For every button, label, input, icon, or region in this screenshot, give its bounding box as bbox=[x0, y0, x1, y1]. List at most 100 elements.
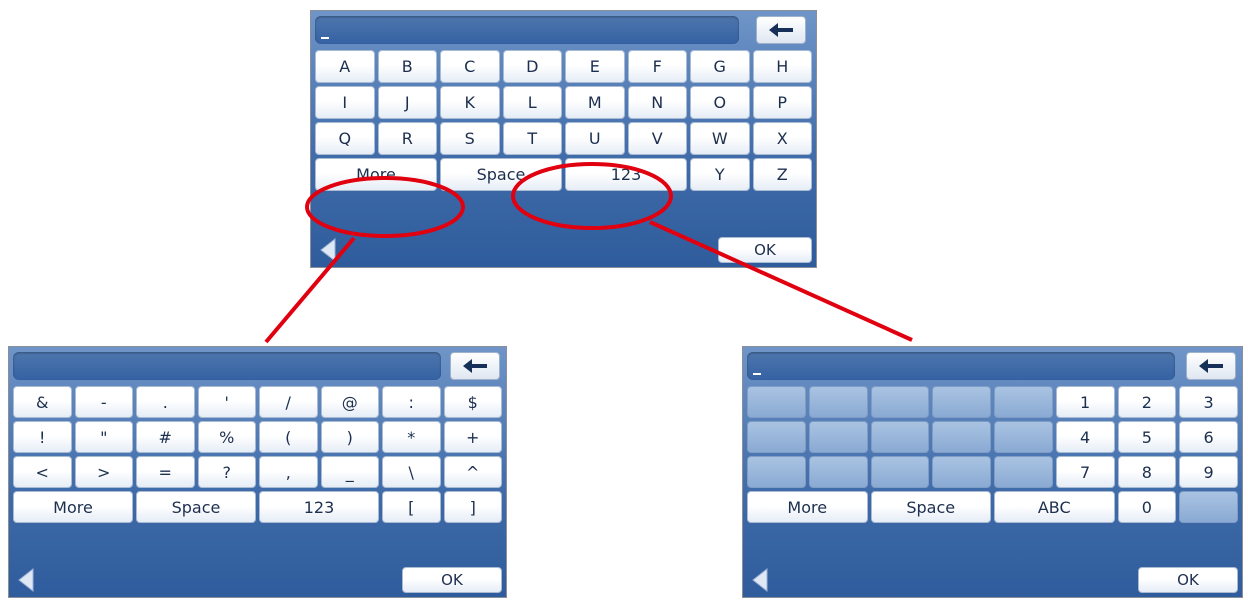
key-greater-than[interactable]: > bbox=[74, 456, 133, 488]
key-e[interactable]: E bbox=[565, 50, 625, 83]
key-5[interactable]: 5 bbox=[1117, 421, 1177, 453]
key-k[interactable]: K bbox=[440, 86, 500, 119]
key-equals[interactable]: = bbox=[136, 456, 195, 488]
space-button[interactable]: Space bbox=[440, 158, 562, 191]
numeric-keyboard: 1 2 3 4 5 6 7 8 9 More Space ABC 0 OK bbox=[742, 346, 1243, 598]
key-4[interactable]: 4 bbox=[1055, 421, 1115, 453]
key-quote[interactable]: " bbox=[74, 421, 133, 453]
ok-button[interactable]: OK bbox=[1138, 567, 1238, 593]
left-arrow-icon bbox=[463, 359, 487, 373]
key-rbracket[interactable]: ] bbox=[443, 491, 502, 523]
blank-key bbox=[994, 421, 1053, 453]
backspace-button[interactable] bbox=[450, 352, 500, 380]
key-o[interactable]: O bbox=[690, 86, 750, 119]
key-dash[interactable]: - bbox=[74, 386, 133, 418]
key-i[interactable]: I bbox=[315, 86, 375, 119]
key-backslash[interactable]: \ bbox=[382, 456, 441, 488]
blank-key bbox=[932, 421, 991, 453]
left-arrow-icon bbox=[1199, 359, 1223, 373]
ok-button[interactable]: OK bbox=[402, 567, 502, 593]
back-button[interactable] bbox=[317, 237, 339, 263]
key-rparen[interactable]: ) bbox=[320, 421, 379, 453]
key-m[interactable]: M bbox=[565, 86, 625, 119]
key-at[interactable]: @ bbox=[320, 386, 379, 418]
key-caret[interactable]: ^ bbox=[443, 456, 502, 488]
key-x[interactable]: X bbox=[752, 122, 812, 155]
key-q[interactable]: Q bbox=[315, 122, 375, 155]
space-button[interactable]: Space bbox=[136, 491, 256, 523]
blank-key bbox=[870, 386, 930, 418]
key-colon[interactable]: : bbox=[382, 386, 441, 418]
key-s[interactable]: S bbox=[440, 122, 500, 155]
key-w[interactable]: W bbox=[690, 122, 750, 155]
key-f[interactable]: F bbox=[627, 50, 687, 83]
key-hash[interactable]: # bbox=[136, 421, 195, 453]
key-question[interactable]: ? bbox=[197, 456, 256, 488]
key-u[interactable]: U bbox=[565, 122, 625, 155]
key-period[interactable]: . bbox=[136, 386, 195, 418]
key-a[interactable]: A bbox=[315, 50, 375, 83]
key-lbracket[interactable]: [ bbox=[382, 491, 441, 523]
key-lparen[interactable]: ( bbox=[259, 421, 318, 453]
key-c[interactable]: C bbox=[440, 50, 500, 83]
key-p[interactable]: P bbox=[752, 86, 812, 119]
more-button[interactable]: More bbox=[315, 158, 437, 191]
ok-button[interactable]: OK bbox=[718, 237, 812, 263]
key-d[interactable]: D bbox=[502, 50, 562, 83]
key-ampersand[interactable]: & bbox=[13, 386, 72, 418]
numbers-button[interactable]: 123 bbox=[259, 491, 379, 523]
blank-key bbox=[870, 456, 930, 488]
key-0[interactable]: 0 bbox=[1117, 491, 1177, 523]
key-n[interactable]: N bbox=[627, 86, 687, 119]
key-v[interactable]: V bbox=[627, 122, 687, 155]
space-button[interactable]: Space bbox=[870, 491, 991, 523]
key-g[interactable]: G bbox=[690, 50, 750, 83]
key-dollar[interactable]: $ bbox=[443, 386, 502, 418]
abc-button[interactable]: ABC bbox=[994, 491, 1115, 523]
key-6[interactable]: 6 bbox=[1179, 421, 1238, 453]
key-9[interactable]: 9 bbox=[1179, 456, 1238, 488]
key-3[interactable]: 3 bbox=[1179, 386, 1238, 418]
left-arrow-icon bbox=[769, 23, 793, 37]
text-input-field[interactable] bbox=[315, 16, 739, 44]
back-button[interactable] bbox=[15, 567, 37, 593]
back-button[interactable] bbox=[749, 567, 771, 593]
key-b[interactable]: B bbox=[377, 50, 437, 83]
text-input-field[interactable] bbox=[13, 352, 441, 380]
key-y[interactable]: Y bbox=[690, 158, 750, 191]
backspace-button[interactable] bbox=[756, 16, 806, 44]
key-apostrophe[interactable]: ' bbox=[197, 386, 256, 418]
alpha-keyboard: A B C D E F G H I J K L M N O P Q R S T … bbox=[310, 10, 817, 268]
blank-key bbox=[870, 421, 930, 453]
key-h[interactable]: H bbox=[752, 50, 812, 83]
key-7[interactable]: 7 bbox=[1055, 456, 1115, 488]
key-slash[interactable]: / bbox=[259, 386, 318, 418]
key-8[interactable]: 8 bbox=[1117, 456, 1177, 488]
key-percent[interactable]: % bbox=[197, 421, 256, 453]
key-z[interactable]: Z bbox=[752, 158, 812, 191]
key-j[interactable]: J bbox=[377, 86, 437, 119]
symbols-keyboard: & - . ' / @ : $ ! " # % ( ) * + < > = ? … bbox=[8, 346, 507, 598]
blank-key bbox=[994, 386, 1053, 418]
key-2[interactable]: 2 bbox=[1117, 386, 1177, 418]
back-triangle-icon bbox=[320, 238, 336, 262]
key-l[interactable]: L bbox=[502, 86, 562, 119]
key-exclamation[interactable]: ! bbox=[13, 421, 72, 453]
key-less-than[interactable]: < bbox=[13, 456, 72, 488]
numbers-button[interactable]: 123 bbox=[565, 158, 687, 191]
key-comma[interactable]: , bbox=[259, 456, 318, 488]
more-button[interactable]: More bbox=[13, 491, 133, 523]
key-t[interactable]: T bbox=[502, 122, 562, 155]
key-1[interactable]: 1 bbox=[1055, 386, 1115, 418]
key-plus[interactable]: + bbox=[443, 421, 502, 453]
text-cursor bbox=[753, 373, 761, 375]
blank-key bbox=[1179, 491, 1238, 523]
blank-key bbox=[808, 456, 868, 488]
backspace-button[interactable] bbox=[1186, 352, 1236, 380]
key-r[interactable]: R bbox=[377, 122, 437, 155]
text-input-field[interactable] bbox=[747, 352, 1175, 380]
blank-key bbox=[808, 386, 868, 418]
more-button[interactable]: More bbox=[747, 491, 868, 523]
key-underscore[interactable]: _ bbox=[320, 456, 379, 488]
key-asterisk[interactable]: * bbox=[382, 421, 441, 453]
